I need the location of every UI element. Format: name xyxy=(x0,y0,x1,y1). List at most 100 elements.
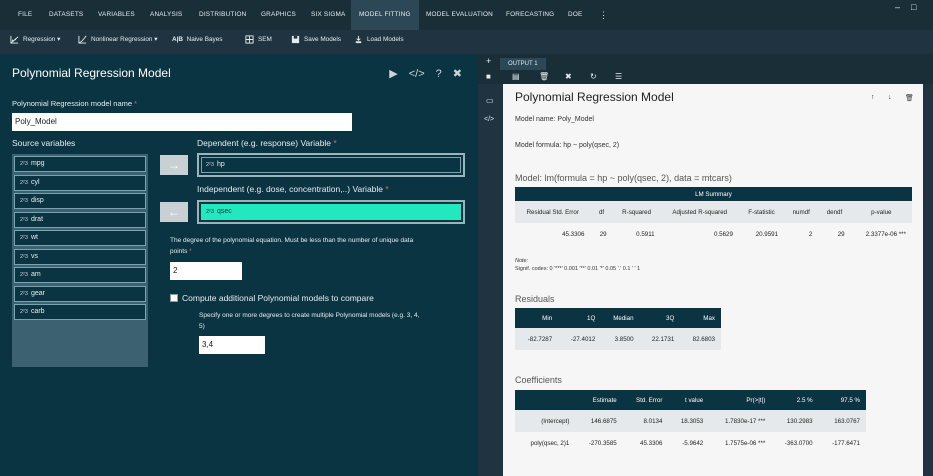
numeric-var-icon: 2²3 xyxy=(20,179,28,186)
save-models-label: Save Models xyxy=(304,36,341,43)
table-row: (Intercept) 146.6875 8.0134 18.3053 1.7830e-… xyxy=(515,410,866,432)
run-icon[interactable]: ▶ xyxy=(389,68,397,80)
specify-degrees-input[interactable]: 3,4 xyxy=(199,336,265,354)
delete-output-icon[interactable]: 🗑 xyxy=(905,94,914,102)
ab-icon: A|B xyxy=(172,36,184,43)
list-item[interactable]: 2²3 disp xyxy=(14,193,146,209)
list-item[interactable]: 2²3 vs xyxy=(14,248,146,265)
table-row: poly(qsec, 2)1 -270.3585 45.3306 -5.9642 1.7… xyxy=(515,432,866,454)
list-item[interactable]: 2²3 cyl xyxy=(14,174,146,191)
grid-icon xyxy=(245,35,254,44)
col-header: df xyxy=(590,201,613,223)
lm-summary-table: LM Summary Residual Std. Error df R-squa… xyxy=(515,187,912,245)
col-header: dendf xyxy=(818,201,851,223)
nonlinear-regression-menu-button[interactable]: Nonlinear Regression ▾ xyxy=(78,30,157,50)
sem-button[interactable]: SEM xyxy=(245,30,272,50)
compare-models-checkbox[interactable] xyxy=(170,294,178,302)
menu-six-sigma[interactable]: SIX SIGMA xyxy=(311,0,345,30)
list-item[interactable]: 2²3 mpg xyxy=(14,156,146,172)
numeric-var-icon: 2²3 xyxy=(20,161,28,167)
dialog-panel: Polynomial Regression Model ▶ </>? ✖ Polyn… xyxy=(0,54,478,476)
nonlinear-label: Nonlinear Regression xyxy=(91,36,153,43)
list-item[interactable]: 2²3 gear xyxy=(14,285,146,302)
more-menu-icon[interactable]: ⋮ xyxy=(599,0,608,30)
lm-heading: Model: lm(formula = hp ~ poly(qsec, 2), … xyxy=(515,173,732,183)
move-up-icon[interactable]: ↑ xyxy=(871,94,875,101)
table-row: 45.3306 29 0.5911 0.5629 20.9591 2 29 2.… xyxy=(515,223,912,245)
independent-variable-item[interactable]: 2²3 qsec xyxy=(201,204,461,220)
list-item[interactable]: 2²3 carb xyxy=(14,304,146,320)
window-icon[interactable]: ▭ xyxy=(486,96,494,105)
scatter-trend-icon xyxy=(10,35,19,44)
source-variables-list[interactable]: 2²3 mpg 2²3 cyl 2²3 disp 2²3 drat 2²3 wt 2²3 v… xyxy=(12,154,148,367)
dependent-variable-item[interactable]: 2²3 hp xyxy=(201,157,461,173)
close-icon[interactable]: ✖ xyxy=(453,68,462,80)
minimize-icon[interactable]: – xyxy=(895,2,900,12)
arrow-left-icon: ← xyxy=(168,205,180,219)
code-icon[interactable]: </> xyxy=(409,68,425,80)
signif-codes: Signif. codes: 0 '***' 0.001 '**' 0.01 '… xyxy=(515,266,641,272)
menu-model-evaluation[interactable]: MODEL EVALUATION xyxy=(426,0,493,30)
sem-label: SEM xyxy=(258,36,272,43)
new-icon[interactable]: ■ xyxy=(486,72,491,81)
dependent-label: Dependent (e.g. response) Variable * xyxy=(197,138,337,148)
model-name-text: Model name: Poly_Model xyxy=(515,116,594,123)
refresh-icon[interactable]: ↻ xyxy=(590,72,597,81)
coefficients-heading: Coefficients xyxy=(515,375,562,385)
menu-file[interactable]: FILE xyxy=(18,0,32,30)
move-to-independent-button[interactable]: ← xyxy=(160,202,188,222)
numeric-var-icon: 2²3 xyxy=(20,198,28,204)
delete-icon[interactable]: 🗑 xyxy=(539,72,549,81)
dependent-variable-slot[interactable]: 2²3 hp xyxy=(197,153,465,177)
move-to-dependent-button[interactable]: → xyxy=(160,155,188,175)
col-header: R-squared xyxy=(612,201,661,223)
degree-input[interactable]: 2 xyxy=(170,262,242,280)
numeric-var-icon: 2²3 xyxy=(206,209,214,215)
code-view-icon[interactable]: </> xyxy=(484,116,494,123)
col-header: F-statistic xyxy=(738,201,785,223)
output-sidebar: ▭ </> xyxy=(478,84,503,476)
list-item[interactable]: 2²3 am xyxy=(14,267,146,283)
menu-datasets[interactable]: DATASETS xyxy=(49,0,83,30)
help-icon[interactable]: ? xyxy=(436,68,442,80)
numeric-var-icon: 2²3 xyxy=(20,235,28,241)
model-name-label: Polynomial Regression model name * xyxy=(12,99,138,108)
menu-doe[interactable]: DOE xyxy=(568,0,582,30)
compare-models-label: Compute additional Polynomial models to … xyxy=(182,293,374,303)
output-pane: Polynomial Regression Model ↑ ↓ 🗑 Model … xyxy=(503,84,923,476)
list-item[interactable]: 2²3 wt xyxy=(14,230,146,246)
maximize-icon[interactable]: □ xyxy=(911,2,916,12)
save-models-button[interactable]: Save Models xyxy=(291,30,341,50)
coefficients-table: Estimate Std. Error t value Pr(>|t|) 2.5 % 97… xyxy=(515,390,866,454)
move-down-icon[interactable]: ↓ xyxy=(888,94,892,101)
list-icon[interactable]: ☰ xyxy=(615,72,622,81)
output-scrollbar[interactable] xyxy=(923,84,933,476)
menu-forecasting[interactable]: FORECASTING xyxy=(506,0,554,30)
menu-model-fitting[interactable]: MODEL FITTING xyxy=(351,0,419,30)
menu-distribution[interactable]: DISTRIBUTION xyxy=(199,0,247,30)
save-icon xyxy=(291,35,300,43)
model-name-input[interactable]: Poly_Model xyxy=(12,113,352,131)
naive-bayes-label: Naive Bayes xyxy=(186,36,223,43)
list-item[interactable]: 2²3 drat xyxy=(14,211,146,228)
load-models-button[interactable]: Load Models xyxy=(354,30,404,50)
tab-output-1[interactable]: OUTPUT 1 xyxy=(500,58,546,70)
output-title: Polynomial Regression Model xyxy=(515,90,674,104)
menu-graphics[interactable]: GRAPHICS xyxy=(261,0,296,30)
regression-menu-button[interactable]: Regression ▾ xyxy=(10,30,60,50)
arrow-right-icon: → xyxy=(168,158,180,172)
add-output-tab-icon[interactable]: + xyxy=(486,56,491,66)
close-output-icon[interactable]: ✖ xyxy=(565,72,572,81)
export-icon[interactable]: ▤ xyxy=(512,72,520,81)
independent-variable-slot[interactable]: 2²3 qsec xyxy=(197,200,465,224)
load-icon xyxy=(355,35,362,43)
col-header: numdf xyxy=(784,201,819,223)
source-variables-label: Source variables xyxy=(12,138,76,148)
independent-label: Independent (e.g. dose, concentration,..… xyxy=(197,184,389,194)
menu-analysis[interactable]: ANALYSIS xyxy=(150,0,182,30)
note-label: Note: xyxy=(515,258,529,264)
specify-degrees-label-cont: 5) xyxy=(199,323,205,330)
load-models-label: Load Models xyxy=(367,36,404,43)
menu-variables[interactable]: VARIABLES xyxy=(98,0,135,30)
naive-bayes-button[interactable]: A|B Naive Bayes xyxy=(172,30,222,50)
